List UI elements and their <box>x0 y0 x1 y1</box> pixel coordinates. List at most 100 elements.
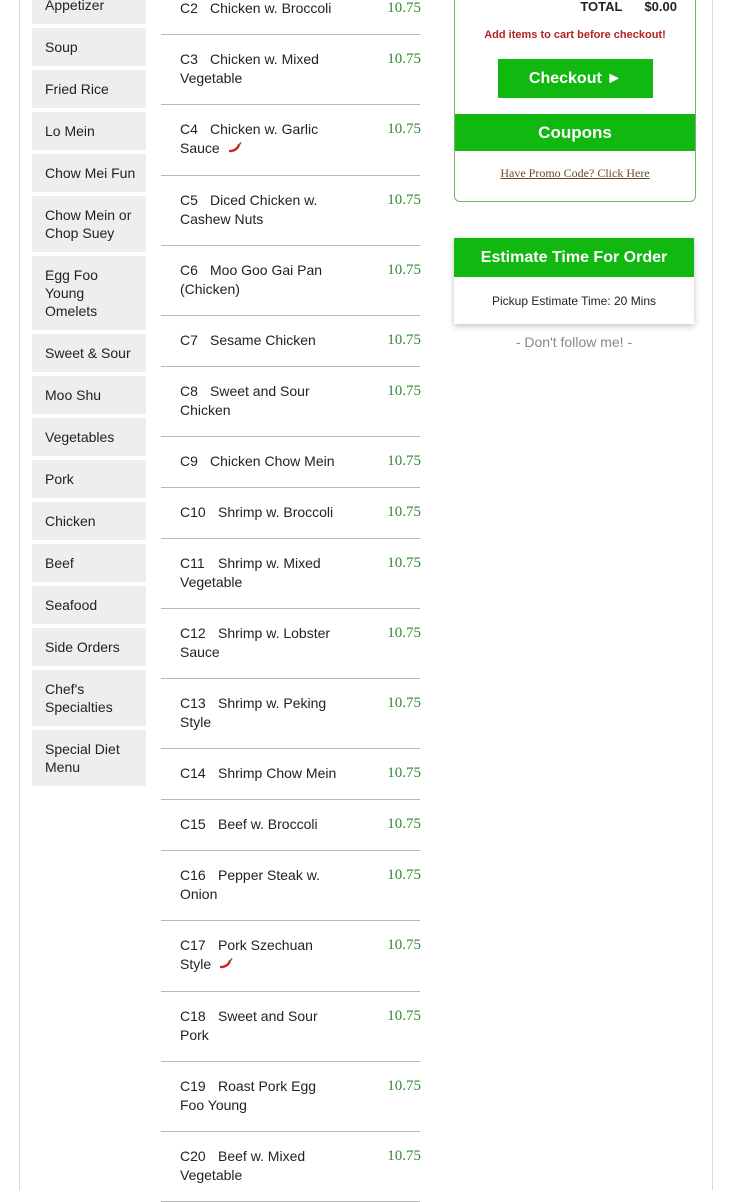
menu-item-name: C3 Chicken w. Mixed Vegetable <box>180 50 340 88</box>
menu-item-name: C2 Chicken w. Broccoli <box>180 0 340 18</box>
menu-item-title: Shrimp w. Broccoli <box>218 503 334 520</box>
menu-item-price: 10.75 <box>387 1077 421 1094</box>
menu-item-title: Chicken w. Broccoli <box>210 0 332 16</box>
menu-item-row[interactable]: C20 Beef w. Mixed Vegetable 10.75 <box>161 1132 421 1202</box>
menu-item-price: 10.75 <box>387 382 421 399</box>
menu-item-row[interactable]: C12 Shrimp w. Lobster Sauce 10.75 <box>161 609 421 679</box>
category-item[interactable]: Chow Mein or Chop Suey <box>32 196 146 252</box>
menu-item-price: 10.75 <box>387 121 421 137</box>
menu-item-price: 10.75 <box>387 764 421 781</box>
category-item[interactable]: Soup <box>32 28 146 66</box>
total-label: TOTAL <box>580 0 623 14</box>
menu-item-row[interactable]: C16 Pepper Steak w. Onion 10.75 <box>161 851 421 921</box>
spicy-pepper-icon <box>228 140 242 159</box>
menu-item-code: C6 <box>180 261 198 278</box>
menu-item-row[interactable]: C4 Chicken w. Garlic Sauce 10.75 <box>161 105 421 176</box>
menu-item-row[interactable]: C9 Chicken Chow Mein 10.75 <box>161 437 421 488</box>
menu-item-price: 10.75 <box>387 554 421 571</box>
menu-item-title: Shrimp Chow Mein <box>218 764 337 781</box>
menu-item-price: 10.75 <box>387 1007 421 1024</box>
menu-item-name: C19 Roast Pork Egg Foo Young <box>180 1077 340 1115</box>
category-item[interactable]: Vegetables <box>32 418 146 456</box>
coupons-header: Coupons <box>455 114 695 151</box>
menu-item-price: 10.75 <box>387 503 421 520</box>
menu-item-name: C7 Sesame Chicken <box>180 331 340 350</box>
menu-item-code: C19 <box>180 1077 206 1094</box>
menu-item-row[interactable]: C5 Diced Chicken w. Cashew Nuts 10.75 <box>161 176 421 246</box>
menu-item-list: C2 Chicken w. Broccoli 10.75 C3 Chicken w. M… <box>161 0 421 1202</box>
menu-item-code: C15 <box>180 815 206 832</box>
category-item[interactable]: Side Orders <box>32 628 146 666</box>
menu-item-row[interactable]: C11 Shrimp w. Mixed Vegetable 10.75 <box>161 539 421 609</box>
menu-item-code: C10 <box>180 503 206 520</box>
menu-item-name: C15 Beef w. Broccoli <box>180 815 340 834</box>
category-item[interactable]: Lo Mein <box>32 112 146 150</box>
menu-item-code: C13 <box>180 694 206 711</box>
menu-item-name: C12 Shrimp w. Lobster Sauce <box>180 624 340 662</box>
menu-item-row[interactable]: C17 Pork Szechuan Style 10.75 <box>161 921 421 992</box>
menu-item-code: C20 <box>180 1147 206 1164</box>
menu-item-title: Beef w. Broccoli <box>218 815 318 832</box>
menu-item-price: 10.75 <box>387 694 421 711</box>
menu-item-price: 10.75 <box>387 51 421 67</box>
menu-item-row[interactable]: C13 Shrimp w. Peking Style 10.75 <box>161 679 421 749</box>
checkout-button[interactable]: Checkout ► <box>498 59 653 98</box>
menu-item-code: C5 <box>180 191 198 208</box>
menu-item-row[interactable]: C14 Shrimp Chow Mein 10.75 <box>161 749 421 800</box>
menu-item-code: C9 <box>180 452 198 469</box>
pickup-estimate-text: Pickup Estimate Time: 20 Mins <box>491 293 657 308</box>
menu-item-row[interactable]: C18 Sweet and Sour Pork 10.75 <box>161 992 421 1062</box>
category-item[interactable]: Egg Foo Young Omelets <box>32 256 146 330</box>
menu-item-name: C8 Sweet and Sour Chicken <box>180 382 340 420</box>
category-item[interactable]: Chow Mei Fun <box>32 154 146 192</box>
menu-item-name: C14 Shrimp Chow Mein <box>180 764 340 783</box>
menu-item-price: 10.75 <box>387 452 421 469</box>
menu-item-name: C10 Shrimp w. Broccoli <box>180 503 340 522</box>
menu-item-row[interactable]: C6 Moo Goo Gai Pan (Chicken) 10.75 <box>161 246 421 316</box>
total-value: $0.00 <box>644 0 677 14</box>
menu-item-name: C20 Beef w. Mixed Vegetable <box>180 1147 340 1185</box>
category-sidebar: Appetizer Soup Fried Rice Lo Mein Chow Mei F… <box>32 0 146 790</box>
category-item[interactable]: Sweet & Sour <box>32 334 146 372</box>
menu-item-name: C18 Sweet and Sour Pork <box>180 1007 340 1045</box>
menu-item-code: C17 <box>180 936 206 953</box>
category-item[interactable]: Pork <box>32 460 146 498</box>
menu-item-code: C8 <box>180 382 198 399</box>
category-item[interactable]: Appetizer <box>32 0 146 24</box>
menu-item-price: 10.75 <box>387 1147 421 1164</box>
menu-item-name: C4 Chicken w. Garlic Sauce <box>180 120 340 159</box>
menu-item-row[interactable]: C7 Sesame Chicken 10.75 <box>161 316 421 367</box>
category-item[interactable]: Chicken <box>32 502 146 540</box>
menu-item-title: Sesame Chicken <box>210 331 316 348</box>
category-item[interactable]: Special Diet Menu <box>32 730 146 786</box>
menu-item-code: C7 <box>180 331 198 348</box>
menu-item-name: C13 Shrimp w. Peking Style <box>180 694 340 732</box>
menu-item-price: 10.75 <box>387 261 421 278</box>
menu-item-price: 10.75 <box>387 866 421 883</box>
menu-item-name: C17 Pork Szechuan Style <box>180 936 340 975</box>
category-item[interactable]: Seafood <box>32 586 146 624</box>
category-item[interactable]: Fried Rice <box>32 70 146 108</box>
menu-item-row[interactable]: C19 Roast Pork Egg Foo Young 10.75 <box>161 1062 421 1132</box>
menu-item-code: C12 <box>180 624 206 641</box>
menu-item-row[interactable]: C15 Beef w. Broccoli 10.75 <box>161 800 421 851</box>
menu-item-code: C4 <box>180 121 198 137</box>
menu-item-row[interactable]: C3 Chicken w. Mixed Vegetable 10.75 <box>161 35 421 105</box>
menu-item-row[interactable]: C10 Shrimp w. Broccoli 10.75 <box>161 488 421 539</box>
menu-item-price: 10.75 <box>387 936 421 953</box>
category-item[interactable]: Chef's Specialties <box>32 670 146 726</box>
menu-item-price: 10.75 <box>387 191 421 208</box>
cart-total-row: TOTAL $0.00 <box>580 0 677 14</box>
menu-item-code: C18 <box>180 1007 206 1024</box>
menu-item-name: C16 Pepper Steak w. Onion <box>180 866 340 904</box>
menu-item-price: 10.75 <box>387 331 421 348</box>
promo-code-link[interactable]: Have Promo Code? Click Here <box>455 166 695 181</box>
category-item[interactable]: Beef <box>32 544 146 582</box>
menu-item-price: 10.75 <box>387 815 421 832</box>
spicy-pepper-icon <box>219 956 233 975</box>
category-item[interactable]: Moo Shu <box>32 376 146 414</box>
menu-item-name: C5 Diced Chicken w. Cashew Nuts <box>180 191 340 229</box>
menu-item-row[interactable]: C8 Sweet and Sour Chicken 10.75 <box>161 367 421 437</box>
menu-item-code: C16 <box>180 866 206 883</box>
menu-item-row[interactable]: C2 Chicken w. Broccoli 10.75 <box>161 0 421 35</box>
